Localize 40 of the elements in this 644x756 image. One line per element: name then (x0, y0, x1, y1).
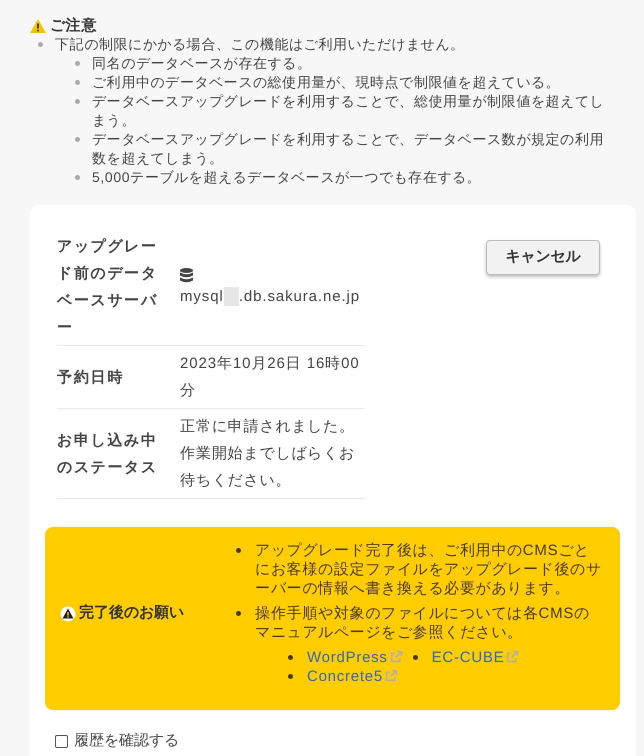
request-title: 完了後のお願い (79, 603, 184, 624)
notice-title: ご注意 (50, 16, 97, 35)
row-label: アップグレード前のデータベースサーバー (57, 237, 159, 338)
row-value: 正常に申請されました。作業開始までしばらくお待ちください。 (180, 417, 356, 491)
request-text: 操作手順や対象のファイルについては各CMSのマニュアルページをご参照ください。 (255, 604, 591, 642)
external-link-icon (506, 650, 520, 663)
bullet-icon (75, 80, 80, 85)
bullet-icon (236, 611, 241, 616)
server-name-prefix: mysql (180, 287, 224, 307)
bullet-icon (236, 548, 241, 553)
server-name-suffix: .db.sakura.ne.jp (238, 287, 360, 307)
bullet-icon (75, 99, 80, 104)
bullet-icon (412, 655, 418, 660)
external-link-icon (390, 650, 403, 663)
cms-link[interactable]: WordPress (307, 648, 403, 667)
restriction-item: データベースアップグレードを利用することで、データベース数が規定の利用数を超えてしまう。 (92, 130, 606, 168)
checkbox-label: 履歴を確認する (74, 731, 179, 751)
restriction-item: データベースアップグレードを利用することで、総使用量が制限値を超えてしまう。 (92, 92, 606, 130)
cms-link[interactable]: EC-CUBE (432, 648, 520, 667)
database-icon (180, 268, 193, 283)
bullet-icon (288, 655, 293, 660)
row-label: お申し込み中のステータス (57, 430, 159, 478)
restriction-item: 5,000テーブルを超えるデータベースが一つでも存在する。 (92, 168, 482, 187)
restriction-item: 同名のデータベースが存在する。 (92, 54, 312, 73)
external-link-icon (384, 669, 398, 682)
row-label: 予約日時 (57, 368, 126, 388)
warning-icon (60, 606, 76, 622)
notice-text: 下記の制限にかかる場合、この機能はご利用いただけません。 (55, 35, 466, 54)
bullet-icon (75, 61, 80, 66)
cancel-button[interactable]: キャンセル (486, 240, 600, 275)
warning-icon (30, 18, 46, 32)
history-checkbox[interactable] (55, 734, 68, 748)
bullet-icon (75, 175, 80, 180)
restriction-item: ご利用中のデータベースの総使用量が、現時点で制限値を超えている。 (92, 73, 562, 92)
bullet-icon (38, 42, 43, 47)
cms-link[interactable]: Concrete5 (307, 667, 398, 686)
row-value: 2023年10月26日 16時00分 (180, 354, 360, 401)
bullet-icon (288, 674, 293, 679)
bullet-icon (75, 137, 80, 142)
request-text: アップグレード完了後は、ご利用中のCMSごとにお客様の設定ファイルをアップグレード後のサーバーの情報へ書き換える必要があります。 (255, 541, 602, 598)
